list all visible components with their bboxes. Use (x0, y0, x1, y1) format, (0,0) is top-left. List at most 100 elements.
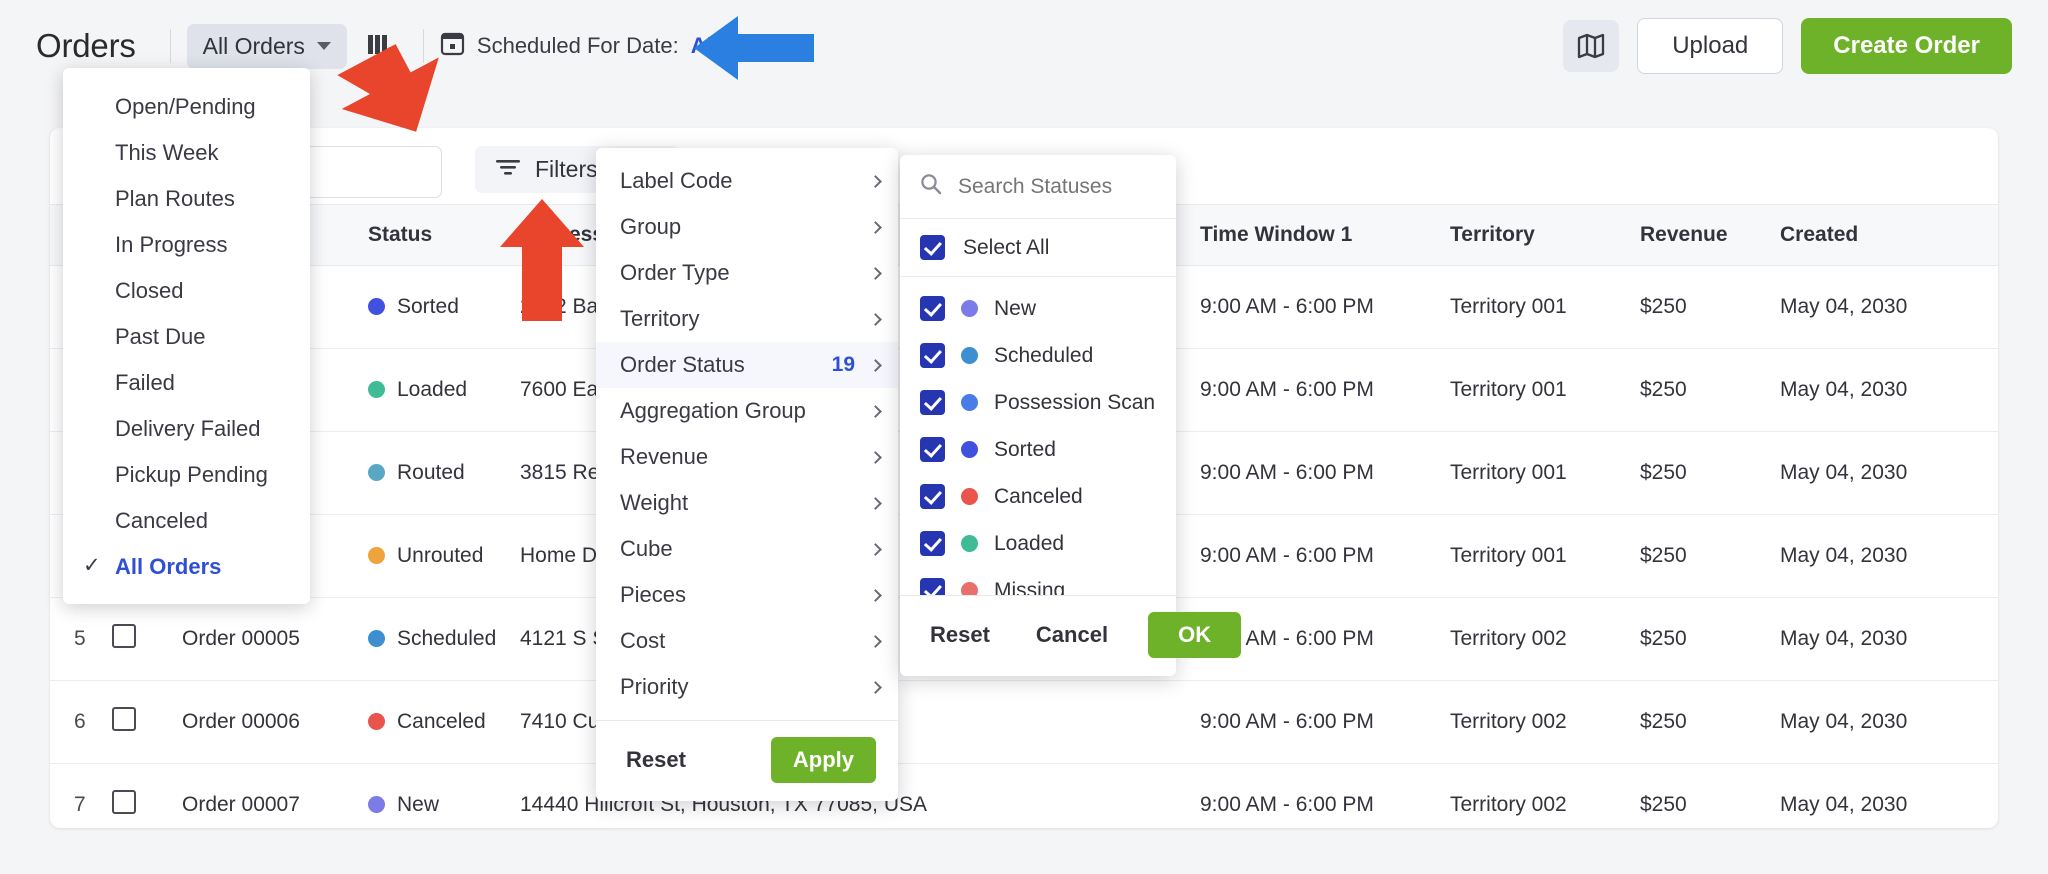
filters-list: Label Code Group Order Type Territory Order … (596, 158, 898, 710)
view-menu-item[interactable]: Failed (63, 360, 310, 406)
row-checkbox[interactable] (112, 624, 136, 648)
red-arrow-to-filters-button (500, 199, 584, 321)
status-checkbox[interactable] (920, 531, 945, 556)
status-search-row[interactable] (900, 155, 1176, 219)
row-checkbox-cell[interactable] (112, 597, 182, 681)
filter-menu-item[interactable]: Label Code (596, 158, 898, 204)
col-created[interactable]: Created (1780, 204, 1990, 266)
row-checkbox[interactable] (112, 790, 136, 814)
filter-item-label: Cost (620, 628, 666, 653)
view-menu-item[interactable]: Canceled (63, 498, 310, 544)
row-created: May 04, 2030 (1780, 431, 1990, 515)
view-menu-item[interactable]: Past Due (63, 314, 310, 360)
filter-menu-item[interactable]: Weight (596, 480, 898, 526)
view-menu-item[interactable]: Plan Routes (63, 176, 310, 222)
status-option[interactable]: Scheduled (900, 332, 1176, 379)
filter-item-label: Priority (620, 674, 689, 699)
status-option[interactable]: Canceled (900, 473, 1176, 520)
row-revenue: $250 (1640, 431, 1780, 515)
filter-menu-item[interactable]: Cost (596, 618, 898, 664)
view-menu-item[interactable]: Closed (63, 268, 310, 314)
filter-menu-item[interactable]: Aggregation Group (596, 388, 898, 434)
chevron-right-icon (869, 358, 882, 372)
filter-item-label: Territory (620, 306, 700, 331)
status-option[interactable]: Missing (900, 567, 1176, 595)
filter-menu-item[interactable]: Pieces (596, 572, 898, 618)
status-options-list[interactable]: New Scheduled Possession Scan Sorted Cancele… (900, 277, 1176, 595)
row-status: New (368, 763, 520, 828)
col-actions (1990, 204, 1998, 266)
filters-apply-button[interactable]: Apply (770, 737, 876, 783)
row-created: May 04, 2030 (1780, 763, 1990, 828)
row-actions-cell[interactable] (1990, 265, 1998, 349)
select-all-row[interactable]: Select All (900, 219, 1176, 277)
filter-menu-item[interactable]: Territory (596, 296, 898, 342)
status-label: Sorted (994, 437, 1056, 461)
row-actions-cell[interactable] (1990, 680, 1998, 764)
status-option[interactable]: Sorted (900, 426, 1176, 473)
col-revenue[interactable]: Revenue (1640, 204, 1780, 266)
view-menu-item[interactable]: All Orders (63, 544, 310, 590)
filter-menu-item[interactable]: Priority (596, 664, 898, 710)
order-status-flyout[interactable]: Select All New Scheduled Possession Scan So… (900, 155, 1242, 676)
status-option[interactable]: New (900, 285, 1176, 332)
row-actions-cell[interactable] (1990, 431, 1998, 515)
row-actions-cell[interactable] (1990, 348, 1998, 432)
map-icon[interactable] (1563, 20, 1620, 72)
row-checkbox-cell[interactable] (112, 763, 182, 828)
row-checkbox-cell[interactable] (112, 680, 182, 764)
filter-menu-item[interactable]: Order Status 19 (596, 342, 898, 388)
row-actions-cell[interactable] (1990, 597, 1998, 681)
status-cancel-button[interactable]: Cancel (1030, 621, 1114, 649)
filter-menu-item[interactable]: Order Type (596, 250, 898, 296)
chevron-right-icon (869, 634, 882, 648)
view-selector-menu[interactable]: Open/Pending This Week Plan Routes In Progr… (63, 68, 310, 604)
filter-item-label: Order Type (620, 260, 730, 285)
col-territory[interactable]: Territory (1450, 204, 1640, 266)
status-option[interactable]: Loaded (900, 520, 1176, 567)
status-search-input[interactable] (956, 173, 1156, 200)
filters-reset-button[interactable]: Reset (620, 746, 692, 774)
status-footer: Reset Cancel OK (900, 595, 1242, 676)
view-menu-item[interactable]: This Week (63, 130, 310, 176)
status-dot-icon (961, 488, 978, 505)
filter-item-label: Label Code (620, 168, 733, 193)
row-territory: Territory 002 (1450, 763, 1640, 828)
status-ok-button[interactable]: OK (1148, 612, 1242, 658)
filter-menu-item[interactable]: Cube (596, 526, 898, 572)
create-order-button[interactable]: Create Order (1801, 18, 2012, 74)
row-actions-cell[interactable] (1990, 514, 1998, 598)
status-checkbox[interactable] (920, 296, 945, 321)
upload-button[interactable]: Upload (1637, 18, 1784, 74)
status-label: New (994, 296, 1037, 320)
row-checkbox[interactable] (112, 707, 136, 731)
status-checkbox[interactable] (920, 343, 945, 368)
status-checkbox[interactable] (920, 437, 945, 462)
row-order-id[interactable]: Order 00006 (182, 680, 368, 764)
filter-menu-item[interactable]: Group (596, 204, 898, 250)
status-checkbox[interactable] (920, 390, 945, 415)
table-row[interactable]: 7 Order 00007 New 14440 Hillcroft St, Houst… (50, 763, 1998, 828)
top-bar-actions: Upload Create Order (1563, 18, 2012, 74)
filter-menu-item[interactable]: Revenue (596, 434, 898, 480)
status-checkbox[interactable] (920, 578, 945, 595)
chevron-right-icon (869, 450, 882, 464)
row-order-id[interactable]: Order 00005 (182, 597, 368, 681)
row-status: Loaded (368, 348, 520, 432)
view-menu-item[interactable]: Delivery Failed (63, 406, 310, 452)
row-created: May 04, 2030 (1780, 348, 1990, 432)
status-checkbox[interactable] (920, 484, 945, 509)
row-index: 5 (50, 597, 112, 681)
filters-flyout[interactable]: Label Code Group Order Type Territory Order … (596, 148, 898, 801)
view-menu-item[interactable]: In Progress (63, 222, 310, 268)
row-revenue: $250 (1640, 597, 1780, 681)
row-actions-cell[interactable] (1990, 763, 1998, 828)
row-order-id[interactable]: Order 00007 (182, 763, 368, 828)
status-reset-button[interactable]: Reset (924, 621, 996, 649)
col-time-window[interactable]: Time Window 1 (1200, 204, 1450, 266)
table-row[interactable]: 6Order 00006Canceled7410 Cullen Blvd9:00… (50, 680, 1998, 764)
view-menu-item[interactable]: Open/Pending (63, 84, 310, 130)
select-all-checkbox[interactable] (920, 235, 945, 260)
status-option[interactable]: Possession Scan (900, 379, 1176, 426)
view-menu-item[interactable]: Pickup Pending (63, 452, 310, 498)
